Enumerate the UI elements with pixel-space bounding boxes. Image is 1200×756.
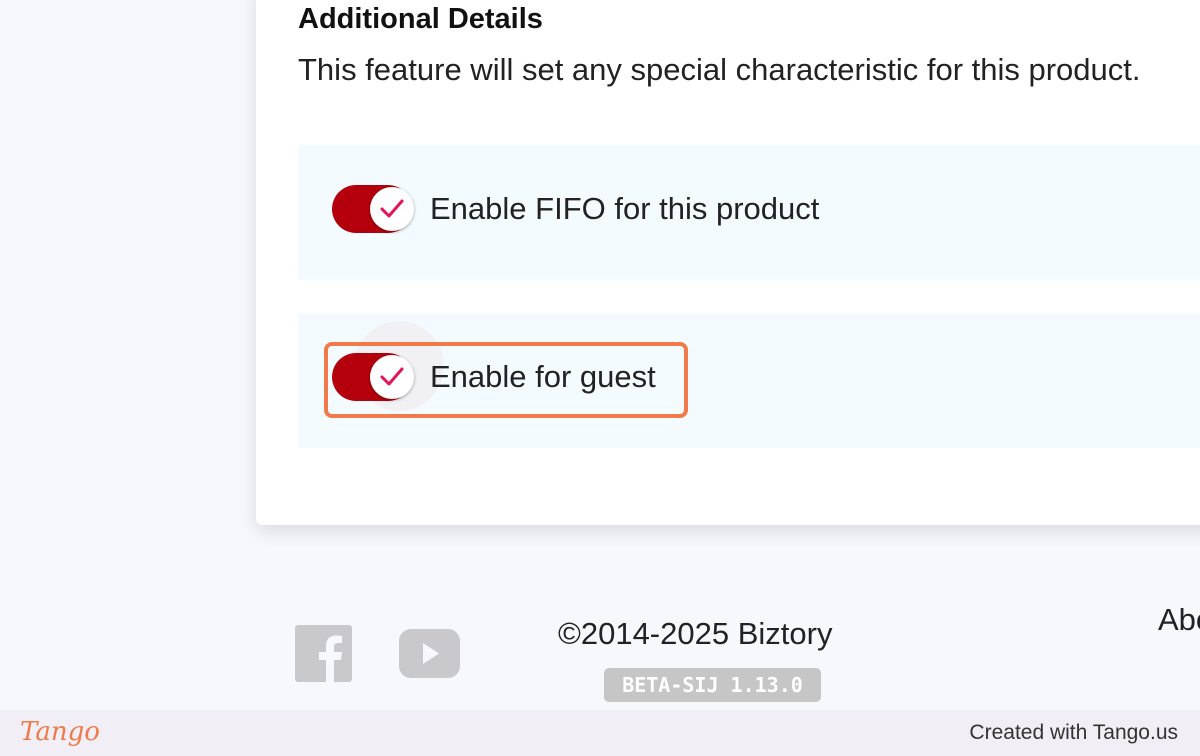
guest-toggle[interactable]	[332, 353, 414, 401]
option-row-fifo: Enable FIFO for this product	[298, 145, 1200, 280]
fifo-toggle[interactable]	[332, 185, 414, 233]
toggle-knob	[370, 187, 414, 231]
check-icon	[380, 367, 404, 386]
version-badge: BETA-SIJ 1.13.0	[604, 668, 821, 702]
about-link[interactable]: About	[1158, 600, 1200, 640]
facebook-icon[interactable]	[295, 625, 352, 682]
check-icon	[380, 199, 404, 218]
section-description: This feature will set any special charac…	[298, 52, 1141, 87]
tango-credit: Created with Tango.us	[969, 721, 1178, 744]
youtube-icon[interactable]	[399, 629, 460, 678]
copyright-text: ©2014-2025 Biztory	[558, 616, 833, 651]
tango-logo: Tango	[20, 717, 100, 747]
section-title: Additional Details	[298, 3, 543, 35]
fifo-label: Enable FIFO for this product	[430, 191, 820, 226]
toggle-knob	[370, 355, 414, 399]
guest-label: Enable for guest	[430, 359, 656, 394]
tango-footer-bar: Tango Created with Tango.us	[0, 710, 1200, 756]
option-row-guest: Enable for guest	[298, 313, 1200, 448]
